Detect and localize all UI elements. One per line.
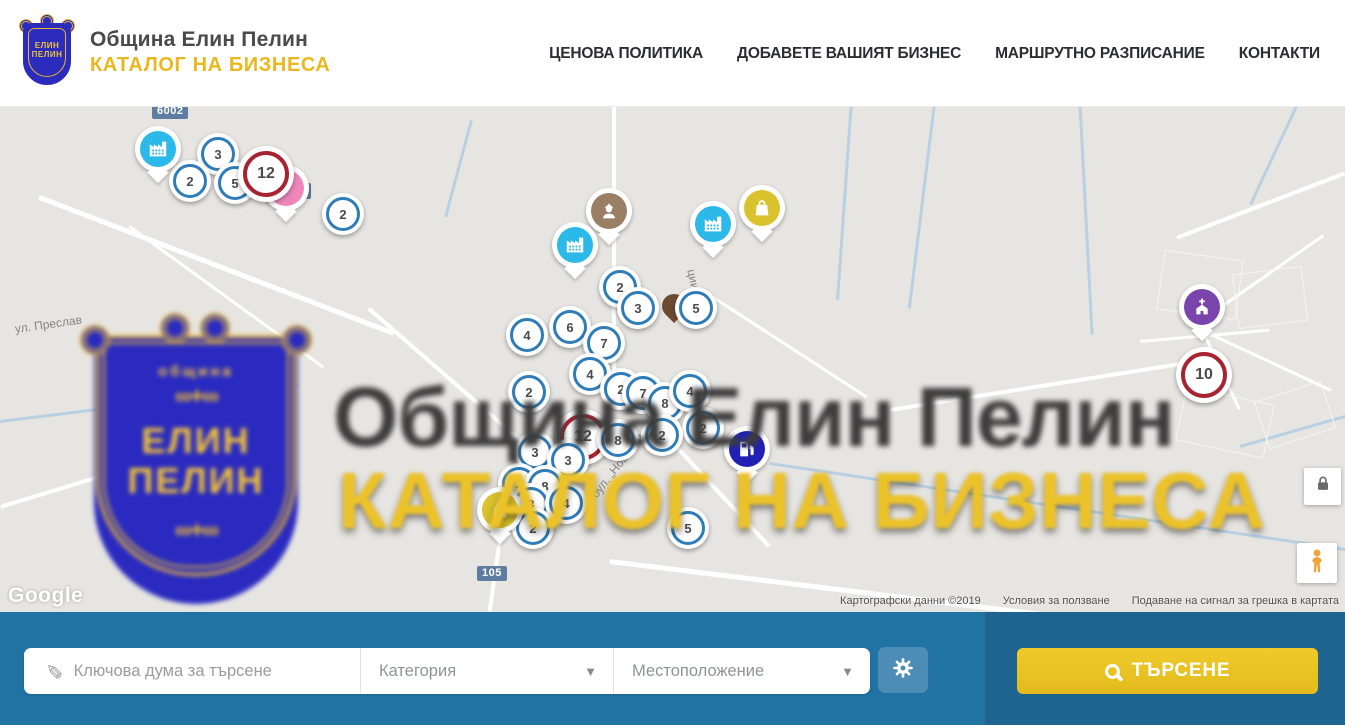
cluster-marker[interactable]: 2 <box>322 193 364 235</box>
search-icon <box>1105 664 1120 679</box>
cluster-marker[interactable]: 8 <box>597 419 639 461</box>
category-dropdown[interactable]: Категория ▼ <box>360 648 613 694</box>
brand-title: Община Елин Пелин <box>90 28 330 52</box>
main-nav: ЦЕНОВА ПОЛИТИКА ДОБАВЕТЕ ВАШИЯТ БИЗНЕС МАР… <box>549 0 1320 107</box>
brand-subtitle: КАТАЛОГ НА БИЗНЕСА <box>90 54 330 77</box>
chevron-down-icon: ▼ <box>584 664 597 679</box>
search-fields: ✎ Категория ▼ Местоположение ▼ <box>24 648 870 694</box>
map-attribution: Картографски данни ©2019 Условия за ползв… <box>840 595 1339 607</box>
cluster-marker[interactable]: 10 <box>1176 347 1232 403</box>
cluster-marker[interactable]: 4 <box>506 314 548 356</box>
attribution-link[interactable]: Условия за ползване <box>1003 595 1110 607</box>
municipality-crest-icon: ЕЛИНПЕЛИН <box>20 17 74 87</box>
cluster-marker[interactable]: 12 <box>238 146 294 202</box>
chevron-down-icon: ▼ <box>841 664 854 679</box>
search-button-label: ТЪРСЕНЕ <box>1132 660 1231 682</box>
church-pin-marker[interactable] <box>1179 284 1225 330</box>
nav-link[interactable]: МАРШРУТНО РАЗПИСАНИЕ <box>995 45 1205 63</box>
marker-layer: 325122235647422784212823338342510 <box>0 107 1345 612</box>
nav-link[interactable]: ЦЕНОВА ПОЛИТИКА <box>549 45 703 63</box>
advanced-settings-button[interactable] <box>878 647 928 693</box>
attribution-text: Картографски данни ©2019 <box>840 595 981 607</box>
attribution-link[interactable]: Подаване на сигнал за грешка в картата <box>1132 595 1339 607</box>
nav-link[interactable]: КОНТАКТИ <box>1239 45 1320 63</box>
cluster-marker[interactable]: 4 <box>669 370 711 412</box>
pegman-icon <box>1304 548 1330 579</box>
category-dropdown-value: Категория <box>379 662 456 681</box>
map-canvas[interactable]: ул. Преславбул. „Новоселции6002105 32512… <box>0 107 1345 612</box>
gear-icon <box>890 655 916 686</box>
cluster-marker[interactable]: 2 <box>682 407 724 449</box>
brand-logo[interactable]: ЕЛИНПЕЛИН Община Елин Пелин КАТАЛОГ НА Б… <box>20 17 330 87</box>
factory-pin-marker[interactable] <box>690 201 736 247</box>
cluster-marker[interactable]: 2 <box>641 414 683 456</box>
keyword-search-input[interactable] <box>74 662 360 681</box>
location-dropdown[interactable]: Местоположение ▼ <box>613 648 870 694</box>
factory-pin-marker[interactable] <box>135 126 181 172</box>
search-submit-button[interactable]: ТЪРСЕНЕ <box>1017 648 1318 694</box>
lock-icon <box>1313 474 1333 499</box>
factory-pin-marker[interactable] <box>552 222 598 268</box>
lock-button[interactable] <box>1304 468 1341 505</box>
header: ЕЛИНПЕЛИН Община Елин Пелин КАТАЛОГ НА Б… <box>0 0 1345 107</box>
bag-pin-marker[interactable] <box>739 185 785 231</box>
pegman-streetview-control[interactable] <box>1297 543 1337 583</box>
search-bar: ✎ Категория ▼ Местоположение ▼ ТЪРСЕНЕ <box>0 612 1345 725</box>
google-logo[interactable]: Google <box>8 584 83 608</box>
cluster-marker[interactable]: 5 <box>675 287 717 329</box>
location-dropdown-value: Местоположение <box>632 662 764 681</box>
keyword-field-wrap: ✎ <box>24 648 360 694</box>
fuel-pin-marker[interactable] <box>724 426 770 472</box>
cluster-marker[interactable]: 2 <box>508 371 550 413</box>
cluster-marker[interactable]: 5 <box>667 507 709 549</box>
pencil-icon: ✎ <box>40 662 65 680</box>
cluster-marker[interactable]: 3 <box>617 287 659 329</box>
bag-pin-marker[interactable] <box>477 487 523 533</box>
nav-link[interactable]: ДОБАВЕТЕ ВАШИЯТ БИЗНЕС <box>737 45 961 63</box>
page: ЕЛИНПЕЛИН Община Елин Пелин КАТАЛОГ НА Б… <box>0 0 1345 725</box>
